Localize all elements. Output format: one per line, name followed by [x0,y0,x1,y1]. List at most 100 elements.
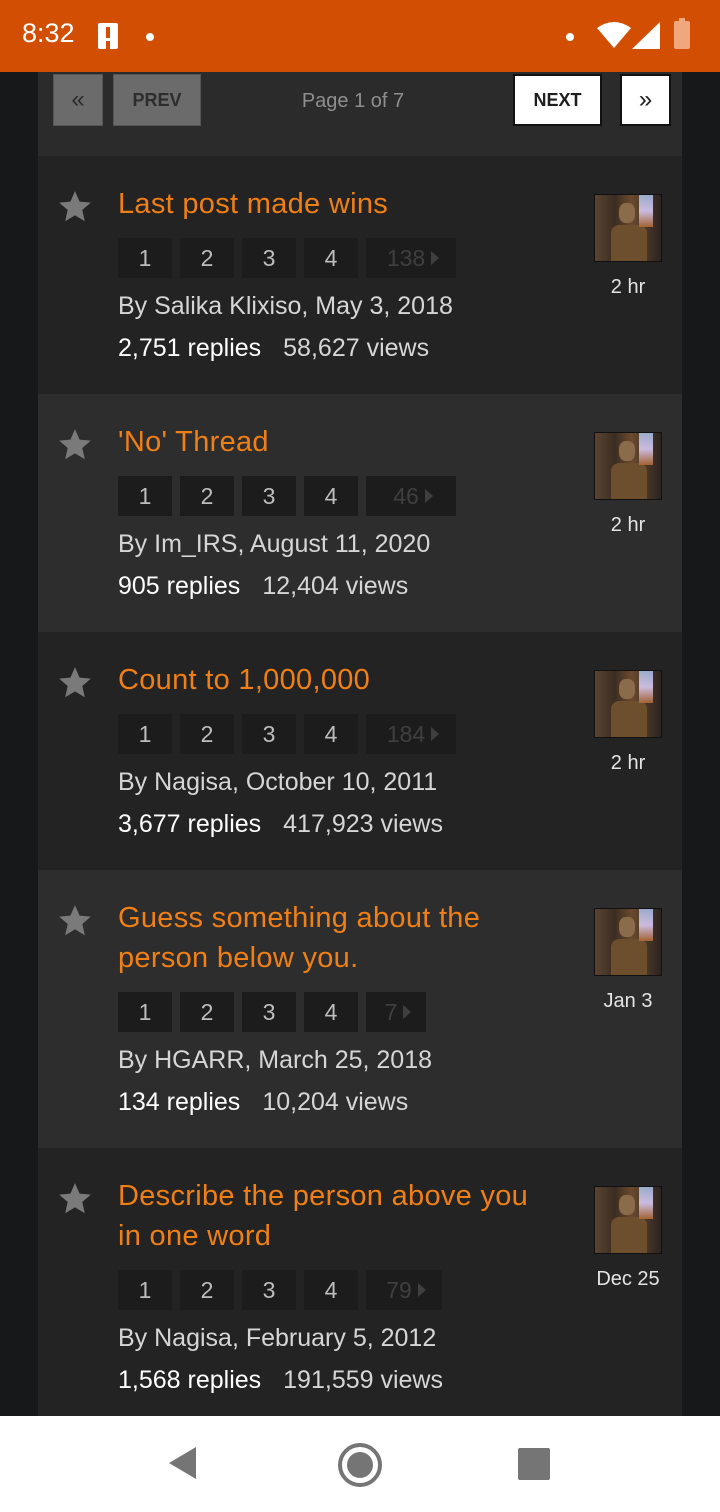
page-link[interactable]: 1 [118,714,172,754]
reply-count: 905 replies [118,572,241,600]
last-page-link[interactable]: 138 [366,238,456,278]
page-link[interactable]: 3 [242,714,296,754]
last-page-link[interactable]: 46 [366,476,456,516]
page-link[interactable]: 4 [304,992,358,1032]
page-link[interactable]: 4 [304,1270,358,1310]
topic-list-panel: « PREV Page 1 of 7 NEXT » Last post made… [38,72,682,1416]
topic-stats: 134 replies 10,204 views [118,1088,408,1117]
last-page-link[interactable]: 7 [366,992,426,1032]
last-page-link[interactable]: 184 [366,714,456,754]
last-page-number: 184 [386,720,426,747]
last-page-number: 46 [393,482,419,509]
avatar[interactable] [594,1186,662,1254]
star-icon[interactable] [56,426,94,464]
page-info: Page 1 of 7 [301,90,405,112]
page-link[interactable]: 3 [242,238,296,278]
page-link[interactable]: 3 [242,1270,296,1310]
arrow-right-icon [403,1005,412,1019]
wifi-icon [597,22,631,48]
topic-author: By Im_IRS, August 11, 2020 [118,530,431,558]
topic-row[interactable]: 'No' Thread 1 2 3 4 46 By Im_IRS, August… [38,394,682,632]
view-count: 58,627 views [283,334,430,362]
last-page-number: 7 [384,998,398,1025]
page-link[interactable]: 2 [180,1270,234,1310]
last-post-time[interactable]: Jan 3 [584,990,672,1013]
topic-stats: 2,751 replies 58,627 views [118,334,429,363]
page-link[interactable]: 1 [118,476,172,516]
arrow-right-icon [424,489,433,503]
last-post-time[interactable]: Dec 25 [584,1268,672,1291]
topic-author: By HGARR, March 25, 2018 [118,1046,433,1074]
topic-page-links: 1 2 3 4 46 [118,476,456,516]
star-icon[interactable] [56,664,94,702]
page-link[interactable]: 1 [118,1270,172,1310]
topic-stats: 3,677 replies 417,923 views [118,810,443,839]
alert-icon [98,23,118,49]
last-page-number: 138 [386,244,426,271]
page-link[interactable]: 2 [180,992,234,1032]
avatar[interactable] [594,432,662,500]
topic-title[interactable]: Count to 1,000,000 [118,660,548,700]
page-link[interactable]: 2 [180,476,234,516]
arrow-right-icon [431,251,440,265]
status-time: 8:32 [22,18,75,48]
arrow-right-icon [431,727,440,741]
first-page-button[interactable]: « [53,74,103,126]
notification-dot-icon [146,33,154,41]
topic-page-links: 1 2 3 4 138 [118,238,456,278]
page-link[interactable]: 4 [304,476,358,516]
topic-row[interactable]: Count to 1,000,000 1 2 3 4 184 By Nagisa… [38,632,682,870]
view-count: 417,923 views [283,810,443,838]
page-link[interactable]: 1 [118,238,172,278]
signal-icon [632,22,660,49]
page-link[interactable]: 3 [242,992,296,1032]
topic-stats: 1,568 replies 191,559 views [118,1366,443,1395]
avatar[interactable] [594,908,662,976]
topic-title[interactable]: Guess something about the person below y… [118,898,548,978]
last-post-time[interactable]: 2 hr [584,276,672,299]
avatar[interactable] [594,670,662,738]
prev-button[interactable]: PREV [113,74,201,126]
next-button[interactable]: NEXT [513,74,602,126]
topic-author: By Nagisa, February 5, 2012 [118,1324,437,1352]
page-link[interactable]: 2 [180,714,234,754]
topic-page-links: 1 2 3 4 184 [118,714,456,754]
home-icon[interactable] [337,1442,383,1488]
star-icon[interactable] [56,188,94,226]
avatar[interactable] [594,194,662,262]
topic-page-links: 1 2 3 4 7 [118,992,426,1032]
notification-dot-icon [566,33,574,41]
last-page-number: 79 [386,1276,412,1303]
star-icon[interactable] [56,902,94,940]
topic-title[interactable]: Describe the person above you in one wor… [118,1176,548,1256]
battery-icon [674,18,690,49]
topic-author: By Nagisa, October 10, 2011 [118,768,438,796]
topic-row[interactable]: Guess something about the person below y… [38,870,682,1148]
topic-row[interactable]: Describe the person above you in one wor… [38,1148,682,1416]
page-link[interactable]: 4 [304,238,358,278]
last-post-time[interactable]: 2 hr [584,514,672,537]
last-page-link[interactable]: 79 [366,1270,442,1310]
pagination-bar: « PREV Page 1 of 7 NEXT » [38,72,682,156]
last-page-button[interactable]: » [620,74,671,126]
topic-title[interactable]: 'No' Thread [118,422,548,462]
reply-count: 134 replies [118,1088,241,1116]
topic-title[interactable]: Last post made wins [118,184,548,224]
recents-icon[interactable] [518,1448,550,1480]
status-bar: 8:32 [0,0,720,72]
page-link[interactable]: 2 [180,238,234,278]
topic-author: By Salika Klixiso, May 3, 2018 [118,292,453,320]
topic-page-links: 1 2 3 4 79 [118,1270,442,1310]
arrow-right-icon [417,1283,426,1297]
reply-count: 2,751 replies [118,334,262,362]
last-post-time[interactable]: 2 hr [584,752,672,775]
page-link[interactable]: 3 [242,476,296,516]
reply-count: 1,568 replies [118,1366,262,1394]
star-icon[interactable] [56,1180,94,1218]
page-link[interactable]: 4 [304,714,358,754]
topic-row[interactable]: Last post made wins 1 2 3 4 138 By Salik… [38,156,682,394]
page-link[interactable]: 1 [118,992,172,1032]
view-count: 12,404 views [262,572,409,600]
back-icon[interactable] [168,1446,198,1480]
view-count: 10,204 views [262,1088,409,1116]
